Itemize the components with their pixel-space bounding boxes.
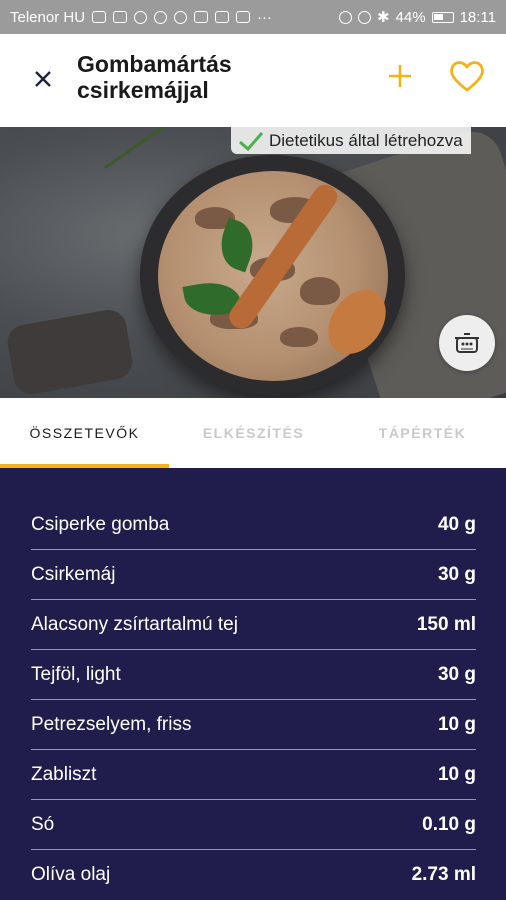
close-button[interactable] [30, 66, 56, 92]
list-item: Tejföl, light 30 g [31, 650, 476, 700]
active-tab-indicator [0, 464, 169, 468]
ingredient-name: Petrezselyem, friss [31, 713, 192, 735]
list-item: Alacsony zsírtartalmú tej 150 ml [31, 600, 476, 650]
facebook-icon [236, 11, 251, 23]
clock: 18:11 [459, 8, 496, 26]
ingredient-name: Alacsony zsírtartalmú tej [31, 613, 238, 635]
flipboard-icon [215, 11, 230, 23]
pot-icon [455, 333, 479, 353]
eye-icon [338, 10, 352, 24]
list-item: Petrezselyem, friss 10 g [31, 700, 476, 750]
ingredient-amount: 40 g [437, 513, 476, 535]
hd-icon [92, 11, 107, 23]
ingredient-amount: 2.73 ml [411, 864, 476, 885]
list-item: Olíva olaj 2.73 ml [31, 850, 476, 900]
recipe-header: Gombamártás csirkemájjal [0, 34, 506, 127]
cooking-mode-button[interactable] [439, 315, 495, 371]
battery-icon [431, 11, 454, 23]
close-icon [35, 71, 51, 87]
tab-preparation[interactable]: ELKÉSZÍTÉS [169, 398, 338, 468]
heart-outline-icon [450, 61, 484, 92]
alarm-icon [357, 10, 371, 24]
messenger-icon [154, 10, 168, 24]
ingredient-name: Olíva olaj [31, 864, 111, 885]
favorite-button[interactable] [448, 58, 486, 94]
ingredient-amount: 10 g [437, 763, 476, 785]
ingredient-name: Tejföl, light [31, 663, 121, 685]
add-button[interactable] [385, 61, 415, 91]
ingredients-list: Csiperke gomba 40 g Csirkemáj 30 g Alacs… [31, 500, 476, 900]
recipe-photo: Dietetikus által létrehozva [0, 127, 506, 398]
signal-icon [113, 11, 128, 23]
photo-mushroom [280, 327, 318, 347]
list-item: Csirkemáj 30 g [31, 550, 476, 600]
ingredient-amount: 0.10 g [422, 813, 476, 835]
ingredient-amount: 30 g [437, 663, 476, 685]
dietitian-badge: Dietetikus által létrehozva [231, 127, 471, 154]
list-item: Só 0.10 g [31, 800, 476, 850]
app-icon [194, 11, 209, 23]
photo-mushroom [300, 277, 340, 305]
ingredient-name: Csiperke gomba [31, 513, 170, 535]
ingredient-amount: 150 ml [416, 613, 476, 635]
carrier-label: Telenor HU [10, 8, 86, 26]
ingredient-amount: 10 g [437, 713, 476, 735]
ingredient-amount: 30 g [437, 563, 476, 585]
tab-nutrition[interactable]: TÁPÉRTÉK [338, 398, 506, 468]
whatsapp-icon [174, 10, 188, 24]
bluetooth-icon: ✱ [376, 9, 390, 26]
ingredient-name: Só [31, 813, 55, 835]
tab-ingredients[interactable]: ÖSSZETEVŐK [0, 398, 169, 468]
plus-icon [389, 65, 411, 87]
more-notifications-icon: ··· [257, 8, 273, 26]
ingredient-name: Zabliszt [31, 763, 97, 785]
dietitian-badge-label: Dietetikus által létrehozva [269, 130, 463, 150]
checkmark-icon [239, 131, 264, 151]
list-item: Zabliszt 10 g [31, 750, 476, 800]
list-item: Csiperke gomba 40 g [31, 500, 476, 550]
recipe-tabs: ÖSSZETEVŐK ELKÉSZÍTÉS TÁPÉRTÉK [0, 398, 506, 468]
ingredient-name: Csirkemáj [31, 563, 116, 585]
recipe-title: Gombamártás csirkemájjal [77, 51, 232, 103]
status-bar: Telenor HU ··· ✱ 44% 18:11 [0, 0, 506, 34]
photo-cloth-left [4, 307, 136, 397]
battery-percent: 44% [395, 8, 426, 26]
hotspot-icon [134, 10, 148, 24]
